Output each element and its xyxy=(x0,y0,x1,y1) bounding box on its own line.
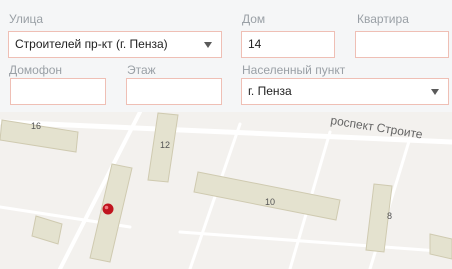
street-select[interactable]: Строителей пр-кт (г. Пенза) xyxy=(8,31,222,58)
street-label: Улица xyxy=(9,12,44,26)
apartment-input[interactable] xyxy=(355,31,449,58)
chevron-down-icon xyxy=(204,42,212,48)
building-number: 10 xyxy=(265,197,275,207)
intercom-input[interactable] xyxy=(10,78,106,105)
street-value: Строителей пр-кт (г. Пенза) xyxy=(15,37,168,51)
floor-input[interactable] xyxy=(126,78,222,105)
building-10 xyxy=(193,171,341,221)
road-segment xyxy=(178,230,452,254)
locality-value: г. Пенза xyxy=(248,84,292,98)
locality-label: Населенный пункт xyxy=(242,63,346,77)
locality-select[interactable]: г. Пенза xyxy=(241,78,449,105)
location-marker-icon[interactable] xyxy=(102,203,114,215)
building xyxy=(429,233,452,260)
map[interactable]: 16 12 10 8 роспект Строите xyxy=(0,112,452,269)
map-canvas: 16 12 10 8 роспект Строите xyxy=(0,112,452,269)
building xyxy=(31,215,63,245)
floor-label: Этаж xyxy=(127,63,156,77)
intercom-label: Домофон xyxy=(9,63,63,77)
building-number: 8 xyxy=(387,211,392,221)
building-number: 12 xyxy=(160,140,170,150)
house-value: 14 xyxy=(248,37,262,51)
house-label: Дом xyxy=(242,12,266,26)
address-form: Улица Строителей пр-кт (г. Пенза) Дом 14… xyxy=(0,0,452,112)
chevron-down-icon xyxy=(431,89,439,95)
house-input[interactable]: 14 xyxy=(241,31,335,58)
building-number: 16 xyxy=(31,121,41,131)
apartment-label: Квартира xyxy=(357,12,409,26)
